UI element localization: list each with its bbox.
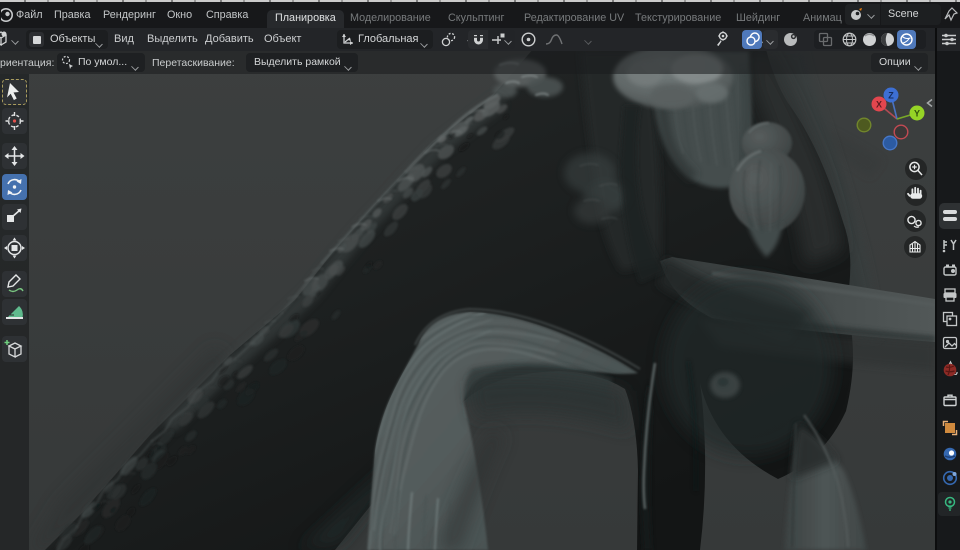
svg-text:Y: Y <box>914 109 920 119</box>
svg-text:X: X <box>876 100 882 110</box>
svg-text:Z: Z <box>888 91 894 101</box>
